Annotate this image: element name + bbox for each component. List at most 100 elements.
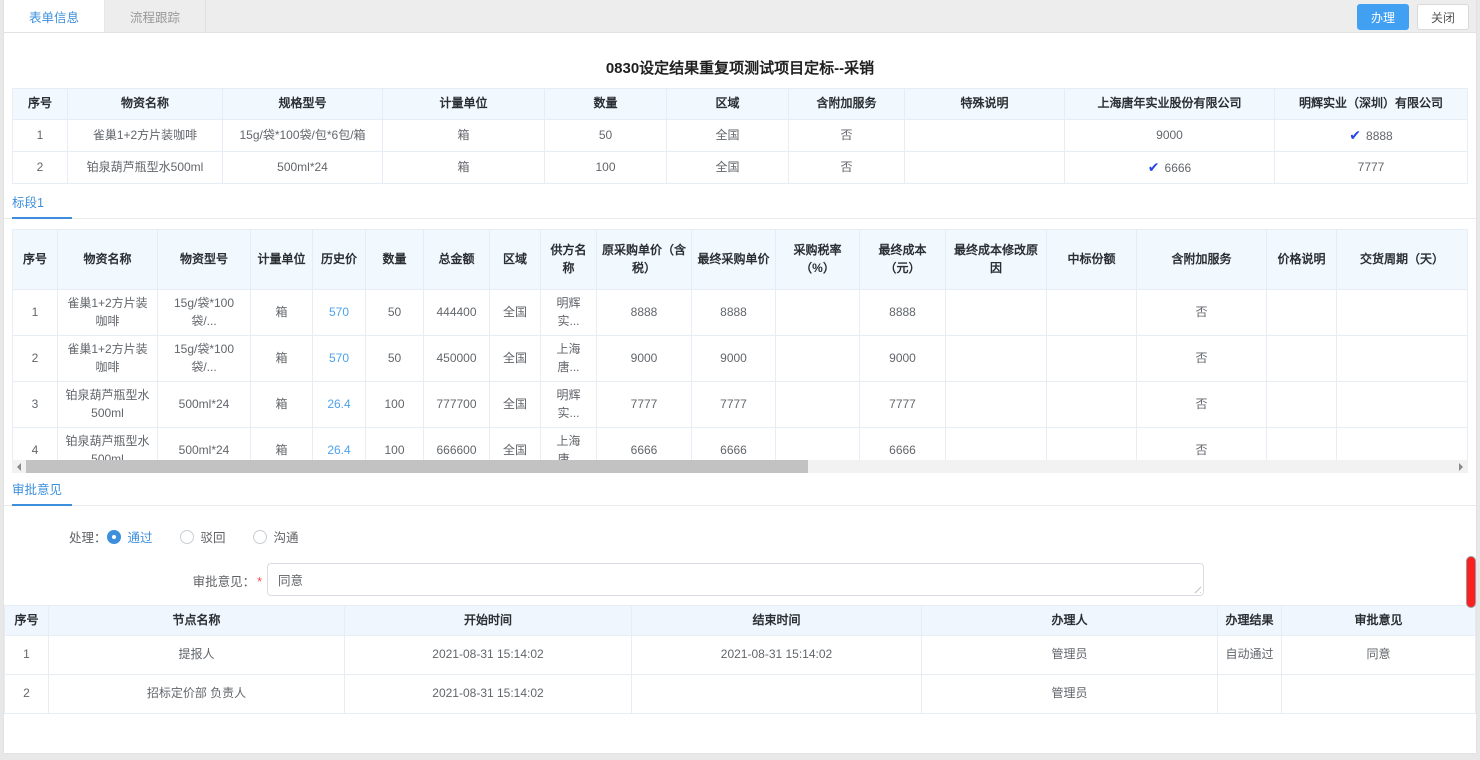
scroll-left-icon[interactable] xyxy=(12,463,26,471)
cell: 450000 xyxy=(424,336,490,382)
cell: 明辉实... xyxy=(541,382,597,428)
tab-process-track-label: 流程跟踪 xyxy=(130,7,180,26)
cell: 2 xyxy=(5,675,49,714)
cell xyxy=(905,152,1065,184)
header-cell: 计量单位 xyxy=(383,89,545,120)
cell xyxy=(946,336,1047,382)
header-cell: 节点名称 xyxy=(49,606,345,636)
vertical-scrollbar-thumb[interactable] xyxy=(1466,556,1476,608)
cell: 6666 xyxy=(860,428,946,461)
cell xyxy=(946,428,1047,461)
bid-summary-table: 序号 物资名称 规格型号 计量单位 数量 区域 含附加服务 特殊说明 上海唐年实… xyxy=(12,88,1468,184)
header-cell: 办理结果 xyxy=(1218,606,1282,636)
header-cell: 上海唐年实业股份有限公司 xyxy=(1065,89,1275,120)
header-cell: 规格型号 xyxy=(223,89,383,120)
table-row: 2 铂泉葫芦瓶型水500ml 500ml*24 箱 100 全国 否 ✔6666… xyxy=(13,152,1468,184)
cell: 500ml*24 xyxy=(158,382,251,428)
cell: 箱 xyxy=(251,382,313,428)
cell: 2021-08-31 15:14:02 xyxy=(345,636,632,675)
radio-reject[interactable]: 驳回 xyxy=(180,527,226,546)
header-cell: 交货周期（天） xyxy=(1337,230,1468,290)
cell xyxy=(776,336,860,382)
scroll-right-icon[interactable] xyxy=(1454,463,1468,471)
cell: 2021-08-31 15:14:02 xyxy=(345,675,632,714)
cell: 全国 xyxy=(490,382,541,428)
cell: 2021-08-31 15:14:02 xyxy=(632,636,922,675)
cell xyxy=(1267,428,1337,461)
history-price-link[interactable]: 26.4 xyxy=(327,397,350,411)
cell xyxy=(1267,382,1337,428)
cell: 666600 xyxy=(424,428,490,461)
tab-bid-section-1[interactable]: 标段1 xyxy=(12,192,72,219)
cell: 15g/袋*100袋/包*6包/箱 xyxy=(223,120,383,152)
cell: 100 xyxy=(366,428,424,461)
cell: 箱 xyxy=(383,120,545,152)
cell: 雀巢1+2方片装咖啡 xyxy=(58,336,158,382)
bid-value: 9000 xyxy=(1156,128,1183,142)
cell: 全国 xyxy=(490,290,541,336)
cell: 3 xyxy=(13,382,58,428)
cell xyxy=(1047,336,1137,382)
header-cell: 含附加服务 xyxy=(1137,230,1267,290)
header-cell: 序号 xyxy=(5,606,49,636)
history-price-link[interactable]: 26.4 xyxy=(327,443,350,457)
radio-approve-label: 通过 xyxy=(128,527,153,546)
header-cell: 开始时间 xyxy=(345,606,632,636)
horizontal-scrollbar[interactable] xyxy=(12,460,1468,473)
header-cell: 区域 xyxy=(667,89,789,120)
cell xyxy=(632,675,922,714)
header-cell: 数量 xyxy=(366,230,424,290)
cell: 50 xyxy=(366,336,424,382)
handle-button[interactable]: 办理 xyxy=(1357,4,1409,30)
cell: 15g/袋*100袋/... xyxy=(158,290,251,336)
radio-circle-icon xyxy=(107,530,121,544)
tab-form-info[interactable]: 表单信息 xyxy=(4,0,105,32)
horizontal-scrollbar-thumb[interactable] xyxy=(26,460,808,473)
table-row: 1 雀巢1+2方片装咖啡 15g/袋*100袋/包*6包/箱 箱 50 全国 否… xyxy=(13,120,1468,152)
cell: 全国 xyxy=(667,152,789,184)
comment-textarea[interactable]: 同意 xyxy=(267,563,1204,596)
tab-process-track[interactable]: 流程跟踪 xyxy=(105,0,206,32)
cell: 全国 xyxy=(490,336,541,382)
header-cell: 特殊说明 xyxy=(905,89,1065,120)
cell: 100 xyxy=(545,152,667,184)
radio-approve[interactable]: 通过 xyxy=(107,527,153,546)
cell xyxy=(946,290,1047,336)
detail-table-wrap: 序号 物资名称 物资型号 计量单位 历史价 数量 总金额 区域 供方名称 原采购… xyxy=(12,229,1468,460)
cell xyxy=(776,428,860,461)
cell: 全国 xyxy=(667,120,789,152)
bid-summary-table-wrap: 序号 物资名称 规格型号 计量单位 数量 区域 含附加服务 特殊说明 上海唐年实… xyxy=(12,88,1468,184)
cell: 8888 xyxy=(860,290,946,336)
header-cell: 原采购单价（含税） xyxy=(597,230,692,290)
radio-communicate[interactable]: 沟通 xyxy=(253,527,299,546)
radio-reject-label: 驳回 xyxy=(201,527,226,546)
horizontal-scrollbar-track[interactable] xyxy=(26,460,1454,473)
cell: ✔7777 xyxy=(1275,152,1468,184)
cell: 444400 xyxy=(424,290,490,336)
header-row: 序号 物资名称 规格型号 计量单位 数量 区域 含附加服务 特殊说明 上海唐年实… xyxy=(13,89,1468,120)
cell: 570 xyxy=(313,336,366,382)
header-cell: 序号 xyxy=(13,89,68,120)
cell: ✔9000 xyxy=(1065,120,1275,152)
header-cell: 供方名称 xyxy=(541,230,597,290)
radio-circle-icon xyxy=(253,530,267,544)
cell xyxy=(1337,290,1468,336)
cell: 9000 xyxy=(860,336,946,382)
radio-circle-icon xyxy=(180,530,194,544)
cell: ✔8888 xyxy=(1275,120,1468,152)
history-price-link[interactable]: 570 xyxy=(329,305,349,319)
table-row: 2 招标定价部 负责人 2021-08-31 15:14:02 管理员 xyxy=(5,675,1476,714)
cell: 8888 xyxy=(692,290,776,336)
header-cell: 办理人 xyxy=(922,606,1218,636)
cell: 否 xyxy=(1137,290,1267,336)
history-price-link[interactable]: 570 xyxy=(329,351,349,365)
cell: 否 xyxy=(789,152,905,184)
cell: 1 xyxy=(5,636,49,675)
cell: 500ml*24 xyxy=(223,152,383,184)
header-cell: 明辉实业（深圳）有限公司 xyxy=(1275,89,1468,120)
cell xyxy=(1337,382,1468,428)
header-cell: 中标份额 xyxy=(1047,230,1137,290)
close-button[interactable]: 关闭 xyxy=(1417,4,1469,30)
header-cell: 最终成本修改原因 xyxy=(946,230,1047,290)
approval-history-table: 序号 节点名称 开始时间 结束时间 办理人 办理结果 审批意见 1 提报人 20… xyxy=(4,605,1476,714)
